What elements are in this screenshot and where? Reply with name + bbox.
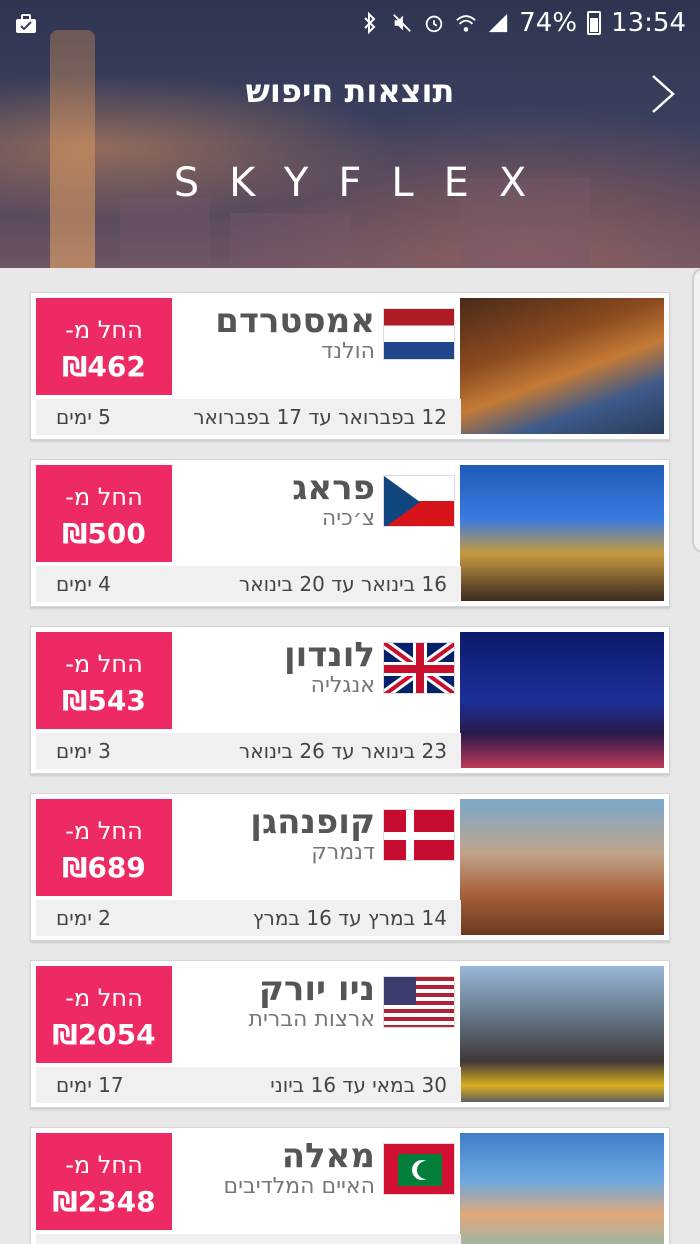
city-name: מאלה xyxy=(281,1136,375,1176)
country-name: צ׳כיה xyxy=(321,506,375,531)
trip-info-bar: 30 במאי עד 16 ביוני 17 ימים xyxy=(36,1067,461,1103)
price-badge[interactable]: החל מ- ₪543 xyxy=(36,632,172,729)
battery-icon xyxy=(587,11,602,35)
signal-icon xyxy=(487,10,509,36)
chevron-right-icon[interactable] xyxy=(648,72,678,116)
denmark-flag xyxy=(383,809,455,861)
background-tower xyxy=(50,30,95,268)
country-name: ארצות הברית xyxy=(248,1007,375,1032)
trip-dates: 30 במאי עד 16 ביוני xyxy=(270,1073,447,1097)
trip-duration: 17 ימים xyxy=(56,1073,124,1097)
price-value: ₪2348 xyxy=(52,1185,156,1218)
trip-info-bar xyxy=(36,1234,461,1244)
price-value: ₪543 xyxy=(62,684,146,717)
bluetooth-icon xyxy=(359,10,381,36)
city-name: ניו יורק xyxy=(258,969,375,1009)
price-badge[interactable]: החל מ- ₪689 xyxy=(36,799,172,896)
price-badge[interactable]: החל מ- ₪2348 xyxy=(36,1133,172,1230)
czech-flag xyxy=(383,475,455,527)
page-title: תוצאות חיפוש xyxy=(245,72,455,110)
usa-flag xyxy=(383,976,455,1028)
price-label: החל מ- xyxy=(65,817,143,845)
result-card[interactable]: פראג צ׳כיה החל מ- ₪500 16 בינואר עד 20 ב… xyxy=(30,459,670,607)
result-card[interactable]: קופנהגן דנמרק החל מ- ₪689 14 במרץ עד 16 … xyxy=(30,793,670,941)
country-name: הולנד xyxy=(321,339,375,364)
status-bar: 74% 13:54 xyxy=(0,0,700,50)
amsterdam-photo xyxy=(460,298,664,434)
result-card[interactable]: מאלה האיים המלדיבים החל מ- ₪2348 xyxy=(30,1127,670,1244)
uk-flag xyxy=(383,642,455,694)
trip-duration: 3 ימים xyxy=(56,739,111,763)
trip-duration: 4 ימים xyxy=(56,572,111,596)
background-building xyxy=(230,213,350,268)
wifi-icon xyxy=(455,10,477,36)
trip-dates: 23 בינואר עד 26 בינואר xyxy=(238,739,447,763)
brand-logo: SKYFLEX xyxy=(173,160,557,206)
prague-photo xyxy=(460,465,664,601)
city-name: פראג xyxy=(292,468,375,508)
maldives-flag xyxy=(383,1143,455,1195)
mute-icon xyxy=(391,10,413,36)
trip-info-bar: 14 במרץ עד 16 במרץ 2 ימים xyxy=(36,900,461,936)
country-name: האיים המלדיבים xyxy=(223,1174,376,1199)
price-badge[interactable]: החל מ- ₪462 xyxy=(36,298,172,395)
price-badge[interactable]: החל מ- ₪2054 xyxy=(36,966,172,1063)
price-value: ₪2054 xyxy=(52,1018,156,1051)
result-card[interactable]: ניו יורק ארצות הברית החל מ- ₪2054 30 במא… xyxy=(30,960,670,1108)
price-badge[interactable]: החל מ- ₪500 xyxy=(36,465,172,562)
price-label: החל מ- xyxy=(65,483,143,511)
london-photo xyxy=(460,632,664,768)
scroll-indicator[interactable] xyxy=(692,268,700,553)
new-york-photo xyxy=(460,966,664,1102)
country-name: אנגליה xyxy=(310,673,375,698)
city-name: אמסטרדם xyxy=(215,301,375,341)
clock: 13:54 xyxy=(611,8,686,38)
netherlands-flag xyxy=(383,308,455,360)
trip-duration: 5 ימים xyxy=(56,405,111,429)
trip-info-bar: 16 בינואר עד 20 בינואר 4 ימים xyxy=(36,566,461,602)
header: 74% 13:54 תוצאות חיפוש SKYFLEX xyxy=(0,0,700,268)
result-card[interactable]: לונדון אנגליה החל מ- ₪543 23 בינואר עד 2… xyxy=(30,626,670,774)
maldives-photo xyxy=(460,1133,664,1244)
result-card[interactable]: אמסטרדם הולנד החל מ- ₪462 12 בפברואר עד … xyxy=(30,292,670,440)
price-label: החל מ- xyxy=(65,1151,143,1179)
copenhagen-photo xyxy=(460,799,664,935)
trip-info-bar: 12 בפברואר עד 17 בפברואר 5 ימים xyxy=(36,399,461,435)
city-name: לונדון xyxy=(284,635,375,675)
trip-dates: 16 בינואר עד 20 בינואר xyxy=(238,572,447,596)
trip-dates: 14 במרץ עד 16 במרץ xyxy=(252,906,447,930)
price-label: החל מ- xyxy=(65,316,143,344)
trip-duration: 2 ימים xyxy=(56,906,111,930)
battery-percent: 74% xyxy=(519,8,578,38)
trip-dates: 12 בפברואר עד 17 בפברואר xyxy=(193,405,447,429)
background-building xyxy=(120,198,210,268)
alarm-icon xyxy=(423,10,445,36)
briefcase-icon xyxy=(16,14,36,33)
price-label: החל מ- xyxy=(65,984,143,1012)
country-name: דנמרק xyxy=(311,840,375,865)
trip-info-bar: 23 בינואר עד 26 בינואר 3 ימים xyxy=(36,733,461,769)
city-name: קופנהגן xyxy=(250,802,375,842)
price-value: ₪689 xyxy=(62,851,146,884)
price-value: ₪500 xyxy=(62,517,146,550)
price-value: ₪462 xyxy=(62,350,146,383)
price-label: החל מ- xyxy=(65,650,143,678)
